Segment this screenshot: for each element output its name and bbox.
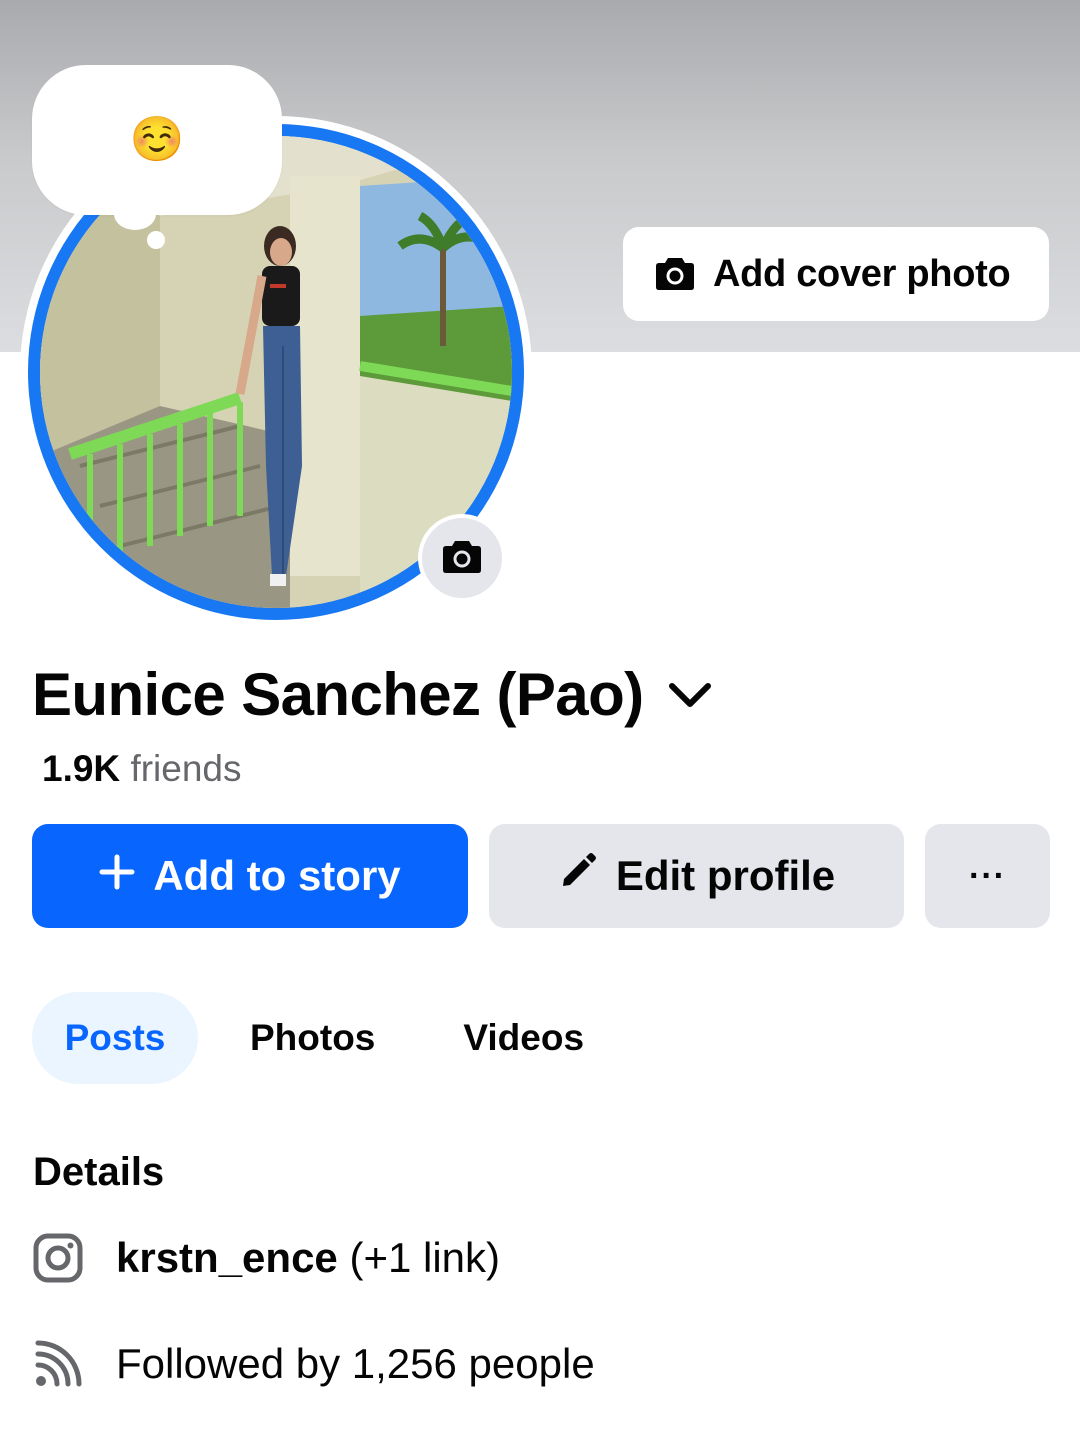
instagram-link-row[interactable]: krstn_ence (+1 link) bbox=[32, 1230, 500, 1286]
more-icon: ··· bbox=[969, 856, 1006, 895]
note-bubble-tail-small bbox=[147, 231, 165, 249]
tab-posts[interactable]: Posts bbox=[32, 992, 198, 1084]
add-to-story-label: Add to story bbox=[153, 852, 401, 899]
chevron-down-icon[interactable] bbox=[668, 680, 712, 710]
tab-photos[interactable]: Photos bbox=[250, 992, 375, 1084]
rss-icon bbox=[32, 1336, 84, 1392]
instagram-icon bbox=[32, 1230, 84, 1286]
friends-number: 1.9K bbox=[42, 748, 121, 789]
camera-icon bbox=[655, 255, 695, 294]
friends-label: friends bbox=[130, 748, 242, 789]
profile-tabs: Posts Photos Videos bbox=[32, 992, 584, 1084]
change-profile-picture-button[interactable] bbox=[418, 514, 506, 602]
friends-count[interactable]: 1.9K friends bbox=[42, 748, 242, 790]
note-bubble-tail bbox=[114, 198, 156, 230]
camera-icon bbox=[442, 538, 482, 579]
followers-row[interactable]: Followed by 1,256 people bbox=[32, 1336, 595, 1392]
tab-videos[interactable]: Videos bbox=[463, 992, 584, 1084]
profile-name-row: Eunice Sanchez (Pao) bbox=[32, 660, 712, 729]
followers-text: Followed by 1,256 people bbox=[116, 1340, 595, 1387]
edit-profile-button[interactable]: Edit profile bbox=[489, 824, 904, 928]
add-to-story-button[interactable]: Add to story bbox=[32, 824, 468, 928]
add-cover-photo-label: Add cover photo bbox=[713, 252, 1011, 295]
profile-name: Eunice Sanchez (Pao) bbox=[32, 661, 644, 728]
more-options-button[interactable]: ··· bbox=[925, 824, 1050, 928]
pencil-icon bbox=[558, 851, 598, 901]
instagram-extra-links: (+1 link) bbox=[349, 1234, 501, 1281]
details-heading: Details bbox=[33, 1150, 165, 1194]
edit-profile-label: Edit profile bbox=[615, 852, 836, 899]
instagram-handle[interactable]: krstn_ence bbox=[116, 1234, 338, 1281]
profile-note-bubble[interactable]: ☺️ bbox=[32, 65, 282, 215]
note-emoji: ☺️ bbox=[129, 115, 185, 164]
add-cover-photo-button[interactable]: Add cover photo bbox=[623, 227, 1049, 321]
plus-icon bbox=[99, 852, 135, 900]
